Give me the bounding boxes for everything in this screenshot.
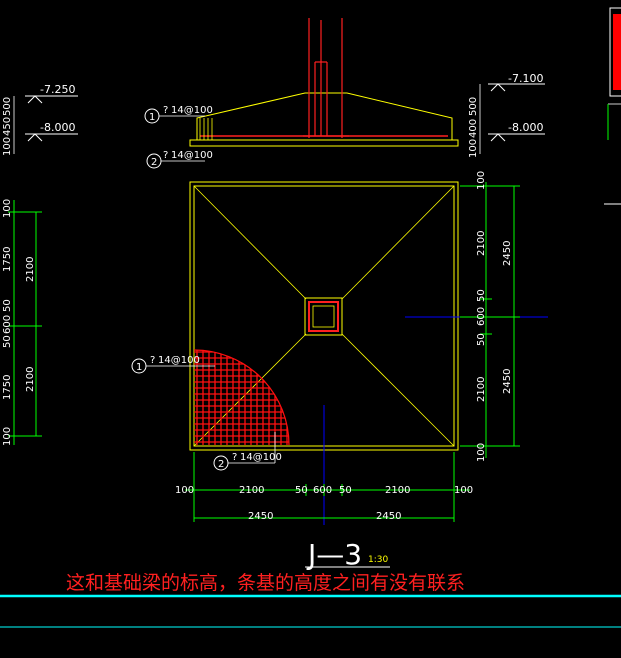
plan-left-dimension: 100 1750 50 600 50 1750 100 2100 2100 bbox=[2, 199, 42, 446]
svg-text:2450: 2450 bbox=[502, 241, 513, 266]
svg-text:14@100: 14@100 bbox=[171, 105, 213, 116]
svg-text:14@100: 14@100 bbox=[240, 452, 282, 463]
svg-text:50: 50 bbox=[339, 485, 352, 496]
svg-text:14@100: 14@100 bbox=[171, 150, 213, 161]
svg-text:500: 500 bbox=[2, 97, 13, 116]
svg-text:2100: 2100 bbox=[476, 231, 487, 256]
svg-text:450: 450 bbox=[2, 117, 13, 136]
elevation-left-top: -7.250 bbox=[40, 83, 75, 96]
elevation-right-bottom: -8.000 bbox=[508, 121, 543, 134]
svg-text:100: 100 bbox=[454, 485, 473, 496]
svg-text:50: 50 bbox=[295, 485, 308, 496]
column-plan-outer bbox=[304, 297, 343, 336]
svg-text:50: 50 bbox=[476, 289, 487, 302]
section-rebar-callout-2: 2 ? 14@100 bbox=[146, 150, 213, 169]
svg-text:?: ? bbox=[163, 150, 168, 161]
drawing-title: J—3 1:30 bbox=[305, 538, 390, 571]
svg-text:2100: 2100 bbox=[25, 257, 36, 282]
elevation-left-bottom: -8.000 bbox=[40, 121, 75, 134]
question-overlay-text: 这和基础梁的标高，条基的高度之间有没有联系 bbox=[66, 572, 465, 594]
svg-text:2450: 2450 bbox=[248, 511, 273, 522]
adjacent-detail-fragment bbox=[604, 7, 621, 205]
plan-right-dimension: 100 2100 50 600 50 2100 100 2450 2450 bbox=[460, 171, 520, 462]
svg-text:50: 50 bbox=[2, 335, 13, 348]
svg-text:2100: 2100 bbox=[25, 367, 36, 392]
svg-text:1750: 1750 bbox=[2, 375, 13, 400]
drawing-title-label: J—3 bbox=[306, 538, 362, 571]
svg-text:100: 100 bbox=[476, 171, 487, 190]
footing-section-base bbox=[189, 139, 459, 147]
svg-text:2450: 2450 bbox=[502, 369, 513, 394]
svg-text:2100: 2100 bbox=[476, 377, 487, 402]
footing-section-view: -7.250 -8.000 100 450 500 -7.100 -8.000 … bbox=[2, 18, 545, 169]
svg-text:100: 100 bbox=[476, 443, 487, 462]
footing-section-outline bbox=[196, 92, 453, 140]
svg-text:600: 600 bbox=[2, 315, 13, 334]
section-left-dimension: 100 450 500 bbox=[2, 96, 15, 156]
svg-text:50: 50 bbox=[476, 333, 487, 346]
svg-text:1: 1 bbox=[136, 362, 142, 373]
svg-text:?: ? bbox=[232, 452, 237, 463]
svg-text:?: ? bbox=[150, 355, 155, 366]
svg-text:1: 1 bbox=[149, 112, 155, 123]
section-right-dimension: 100 400 500 bbox=[468, 84, 481, 158]
svg-text:600: 600 bbox=[313, 485, 332, 496]
footing-plan-view: 1 ? 14@100 2 ? 14@100 100 2100 50 600 50… bbox=[2, 171, 548, 525]
cad-drawing-canvas: -7.250 -8.000 100 450 500 -7.100 -8.000 … bbox=[0, 7, 621, 628]
svg-text:2100: 2100 bbox=[239, 485, 264, 496]
svg-text:2450: 2450 bbox=[376, 511, 401, 522]
svg-text:2: 2 bbox=[151, 157, 157, 168]
svg-text:100: 100 bbox=[2, 137, 13, 156]
svg-text:?: ? bbox=[163, 105, 168, 116]
svg-text:2: 2 bbox=[218, 459, 224, 470]
svg-text:100: 100 bbox=[175, 485, 194, 496]
section-rebar-callout-1: 1 ? 14@100 bbox=[144, 105, 213, 124]
svg-text:400: 400 bbox=[468, 119, 479, 138]
svg-text:2100: 2100 bbox=[385, 485, 410, 496]
drawing-scale: 1:30 bbox=[368, 555, 388, 565]
svg-text:50: 50 bbox=[2, 299, 13, 312]
svg-text:14@100: 14@100 bbox=[158, 355, 200, 366]
elevation-right-top: -7.100 bbox=[508, 72, 543, 85]
svg-text:100: 100 bbox=[468, 139, 479, 158]
column-section bbox=[303, 18, 349, 138]
svg-text:100: 100 bbox=[2, 427, 13, 446]
svg-text:600: 600 bbox=[476, 307, 487, 326]
svg-text:500: 500 bbox=[468, 97, 479, 116]
svg-text:1750: 1750 bbox=[2, 247, 13, 272]
svg-text:100: 100 bbox=[2, 199, 13, 218]
plan-rebar-callout-2: 2 ? 14@100 bbox=[213, 432, 282, 471]
elevation-marker-left bbox=[25, 95, 78, 142]
